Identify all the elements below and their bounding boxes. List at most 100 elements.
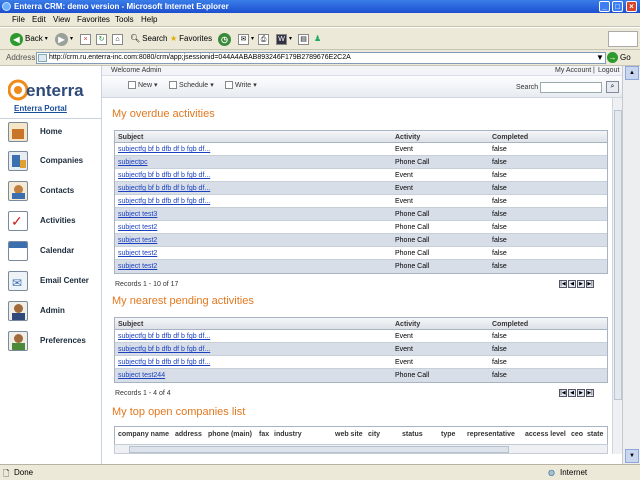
scroll-down-icon[interactable]: ▼ [625,449,639,463]
maximize-button[interactable]: □ [612,1,623,12]
search-go-button[interactable]: ⌕ [606,81,619,93]
search-icon: 🔍︎ [130,34,141,43]
column-state[interactable]: state [587,429,603,440]
subject-link[interactable]: subjectfg bf b dfb df b fgb df... [118,331,210,342]
back-button[interactable]: ◀ Back ▾ [10,31,48,47]
search-button[interactable]: 🔍︎ Search [130,31,168,47]
menu-view[interactable]: View [53,15,70,24]
column-address[interactable]: address [175,429,202,440]
next-page-button[interactable]: ▶ [577,389,585,397]
content-scrollbar[interactable] [612,98,622,454]
column-subject[interactable]: Subject [118,319,143,330]
address-input[interactable]: http://crm.ru.enterra-inc.com:8080/crm/a… [36,52,606,64]
horizontal-scrollbar[interactable] [114,444,608,454]
column-company-name[interactable]: company name [118,429,169,440]
column-industry[interactable]: industry [274,429,302,440]
subject-link[interactable]: subjectfg bf b dfb df b fgb df... [118,170,210,181]
column-activity[interactable]: Activity [395,319,420,330]
subject-link[interactable]: subjectfg bf b dfb df b fgb df... [118,196,210,207]
subject-link[interactable]: subjectfg bf b dfb df b fgb df... [118,344,210,355]
messenger-button[interactable]: ♟ [314,31,321,47]
new-button[interactable]: New ▾ [128,81,158,89]
column-access-level[interactable]: access level [525,429,566,440]
first-page-button[interactable]: |◀ [559,389,567,397]
favorites-button[interactable]: ★ Favorites [170,31,212,47]
admin-icon [8,300,28,321]
column-web-site[interactable]: web site [335,429,363,440]
minimize-button[interactable]: _ [599,1,610,12]
refresh-button[interactable]: ↻ [96,31,107,47]
my-account-link[interactable]: My Account [555,67,591,74]
menu-edit[interactable]: Edit [32,15,46,24]
sidebar-item-admin[interactable]: Admin [0,296,101,325]
window-titlebar: Enterra CRM: demo version - Microsoft In… [0,0,640,13]
column-city[interactable]: city [368,429,380,440]
menu-help[interactable]: Help [141,15,157,24]
browser-scrollbar[interactable]: ▲ ▼ [622,66,640,464]
subject-link[interactable]: subject test244 [118,370,165,381]
sidebar-item-home[interactable]: Home [0,117,101,146]
history-button[interactable]: ◷ [218,31,231,47]
companies-table-header: company name address phone (main) fax in… [114,426,608,446]
column-ceo[interactable]: ceo [571,429,583,440]
column-type[interactable]: type [441,429,455,440]
subject-link[interactable]: subject test2 [118,261,157,272]
sidebar-item-companies[interactable]: Companies [0,146,101,175]
stop-button[interactable]: × [80,31,91,47]
address-label: Address [6,53,36,62]
discuss-button[interactable]: ▤ [298,31,309,47]
column-completed[interactable]: Completed [492,319,528,330]
activity-cell: Event [395,185,413,192]
subject-link[interactable]: subjectfg bf b dfb df b fgb df... [118,144,210,155]
menu-favorites[interactable]: Favorites [77,15,110,24]
next-page-button[interactable]: ▶ [577,280,585,288]
menu-tools[interactable]: Tools [115,15,134,24]
sidebar-item-contacts[interactable]: Contacts [0,176,101,205]
sidebar-item-activities[interactable]: ✓ Activities [0,206,101,235]
first-page-button[interactable]: |◀ [559,280,567,288]
column-activity[interactable]: Activity [395,132,420,143]
completed-cell: false [492,333,507,340]
write-button[interactable]: Write ▾ [225,81,257,89]
subject-link[interactable]: subjectfg bf b dfb df b fgb df... [118,357,210,368]
home-button[interactable]: ⌂ [112,31,123,47]
prev-page-button[interactable]: ◀ [568,280,576,288]
print-button[interactable]: ⎙ [258,31,269,47]
scroll-thumb[interactable] [129,446,509,453]
pending-title: My nearest pending activities [112,295,254,307]
go-button[interactable]: → Go [607,52,631,63]
column-status[interactable]: status [402,429,423,440]
close-button[interactable]: × [626,1,637,12]
prev-page-button[interactable]: ◀ [568,389,576,397]
overdue-records-count: Records 1 - 10 of 17 [115,281,179,288]
subject-link[interactable]: subjectpc [118,157,148,168]
refresh-icon: ↻ [96,33,107,45]
last-page-button[interactable]: ▶| [586,280,594,288]
schedule-button[interactable]: Schedule ▾ [169,81,214,89]
subject-link[interactable]: subject test2 [118,222,157,233]
search-input[interactable] [540,82,602,93]
column-subject[interactable]: Subject [118,132,143,143]
column-completed[interactable]: Completed [492,132,528,143]
subject-link[interactable]: subject test3 [118,209,157,220]
forward-button[interactable]: ▶ ▾ [55,31,73,47]
edit-button[interactable]: W ▾ [276,31,292,47]
sidebar-item-preferences[interactable]: Preferences [0,326,101,355]
column-representative[interactable]: representative [467,429,515,440]
menu-file[interactable]: File [12,15,25,24]
column-fax[interactable]: fax [259,429,269,440]
subject-link[interactable]: subject test2 [118,235,157,246]
address-dropdown-icon[interactable]: ▼ [596,53,604,62]
mail-button[interactable]: ✉ ▾ [238,31,254,47]
scroll-thumb[interactable] [614,110,622,400]
enterra-portal-link[interactable]: Enterra Portal [14,104,67,113]
subject-link[interactable]: subjectfg bf b dfb df b fgb df... [118,183,210,194]
column-phone[interactable]: phone (main) [208,429,252,440]
sidebar-item-calendar[interactable]: Calendar [0,236,101,265]
table-row: subjectpc Phone Call false [115,156,607,169]
scroll-up-icon[interactable]: ▲ [625,66,639,80]
logout-link[interactable]: Logout [598,67,619,74]
sidebar-item-email-center[interactable]: ✉ Email Center [0,266,101,295]
subject-link[interactable]: subject test2 [118,248,157,259]
last-page-button[interactable]: ▶| [586,389,594,397]
